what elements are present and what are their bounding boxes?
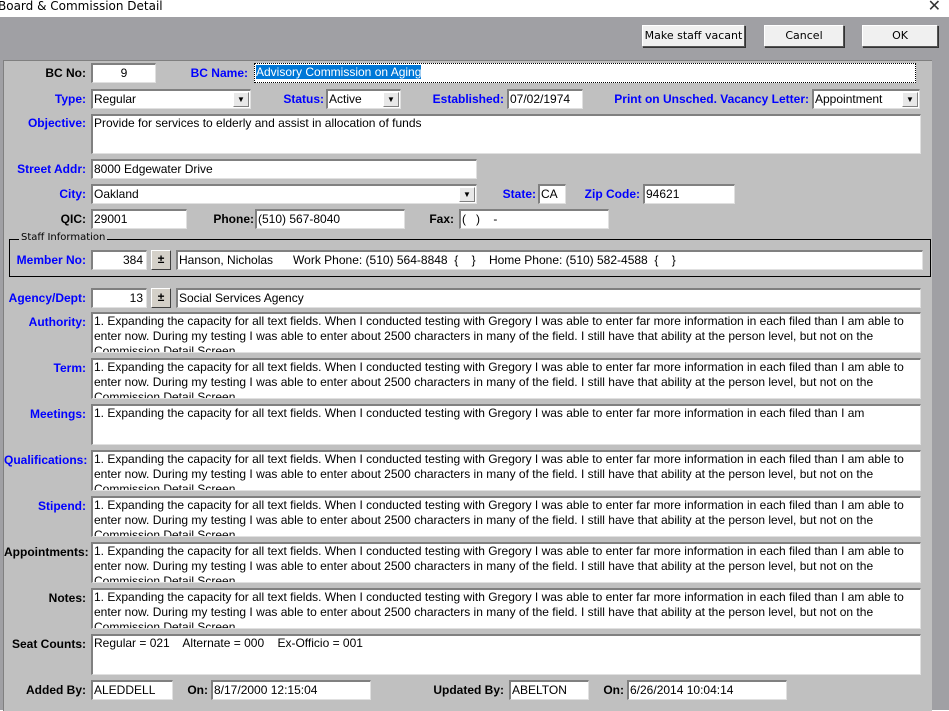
term-label: Term: (53, 361, 86, 375)
objective-label: Objective: (27, 116, 86, 130)
added-on-field: 8/17/2000 12:15:04 (211, 680, 371, 700)
make-staff-vacant-button[interactable]: Make staff vacant (642, 25, 745, 47)
phone-label: Phone: (213, 212, 254, 226)
city-select[interactable]: Oakland ▼ (91, 184, 477, 204)
notes-field[interactable]: 1. Expanding the capacity for all text f… (91, 588, 921, 629)
meetings-label: Meetings: (29, 407, 86, 421)
cancel-button[interactable]: Cancel (764, 25, 844, 47)
added-by-label: Added By: (26, 683, 86, 697)
right-border (935, 59, 949, 710)
authority-field[interactable]: 1. Expanding the capacity for all text f… (91, 312, 921, 353)
close-icon[interactable]: ✕ (928, 0, 941, 15)
status-value: Active (329, 92, 362, 106)
agency-code-field[interactable]: 13 (91, 288, 147, 308)
qic-field[interactable]: 29001 (91, 209, 187, 229)
member-info-field: Hanson, Nicholas Work Phone: (510) 564-8… (176, 250, 923, 270)
toolbar: Make staff vacant Cancel OK (0, 17, 949, 59)
lookup-agency-icon[interactable]: ± (151, 288, 171, 308)
updated-by-label: Updated By: (433, 683, 504, 697)
meetings-field[interactable]: 1. Expanding the capacity for all text f… (91, 404, 921, 445)
window-title: Board & Commission Detail (0, 0, 163, 13)
updated-on-label: On: (603, 683, 624, 697)
bc-name-label: BC Name: (190, 66, 248, 80)
staff-information-group: Staff Information Member No: 384 ± Hanso… (9, 232, 931, 277)
objective-field[interactable]: Provide for services to elderly and assi… (91, 114, 921, 154)
notes-label: Notes: (48, 591, 86, 605)
street-label: Street Addr: (17, 162, 86, 176)
status-label: Status: (283, 92, 324, 106)
type-label: Type: (54, 92, 86, 106)
type-value: Regular (94, 92, 137, 106)
print-vacancy-value: Appointment (815, 92, 883, 106)
staff-information-title: Staff Information (19, 232, 108, 243)
seat-counts-field[interactable]: Regular = 021 Alternate = 000 Ex-Officio… (91, 634, 921, 675)
authority-label: Authority: (28, 315, 86, 329)
state-field[interactable]: CA (538, 184, 566, 204)
chevron-down-icon[interactable]: ▼ (902, 92, 918, 107)
member-no-field[interactable]: 384 (91, 250, 147, 270)
appointments-field[interactable]: 1. Expanding the capacity for all text f… (91, 542, 921, 583)
qualifications-field[interactable]: 1. Expanding the capacity for all text f… (91, 450, 921, 491)
chevron-down-icon[interactable]: ▼ (233, 92, 249, 107)
bc-name-field[interactable]: Advisory Commission on Aging (254, 63, 916, 83)
state-label: State: (502, 187, 536, 201)
zip-label: Zip Code: (584, 187, 640, 201)
appointments-label: Appointments: (4, 545, 89, 559)
agency-name-field: Social Services Agency (176, 288, 921, 308)
bc-name-value: Advisory Commission on Aging (256, 65, 422, 79)
detail-form: BC No: 9 BC Name: Advisory Commission on… (3, 60, 932, 711)
stipend-field[interactable]: 1. Expanding the capacity for all text f… (91, 496, 921, 537)
title-bar: Board & Commission Detail ✕ (0, 0, 949, 17)
established-field[interactable]: 07/02/1974 (507, 89, 583, 109)
term-field[interactable]: 1. Expanding the capacity for all text f… (91, 358, 921, 399)
bc-no-field[interactable]: 9 (91, 63, 156, 83)
chevron-down-icon[interactable]: ▼ (383, 92, 399, 107)
status-select[interactable]: Active ▼ (326, 89, 401, 109)
zip-field[interactable]: 94621 (643, 184, 735, 204)
updated-on-field: 6/26/2014 10:04:14 (627, 680, 787, 700)
print-vacancy-label: Print on Unsched. Vacancy Letter: (614, 92, 809, 106)
city-label: City: (59, 187, 86, 201)
main-area: BC No: 9 BC Name: Advisory Commission on… (0, 59, 949, 711)
street-field[interactable]: 8000 Edgewater Drive (91, 159, 477, 179)
phone-field[interactable]: (510) 567-8040 (255, 209, 405, 229)
seat-counts-label: Seat Counts: (11, 637, 86, 651)
agency-label: Agency/Dept: (8, 291, 86, 305)
qualifications-label: Qualifications: (4, 453, 88, 467)
bc-no-label: BC No: (45, 66, 86, 80)
member-no-label: Member No: (16, 253, 86, 267)
stipend-label: Stipend: (38, 499, 86, 513)
fax-label: Fax: (429, 212, 454, 226)
updated-by-field: ABELTON (509, 680, 589, 700)
type-select[interactable]: Regular ▼ (91, 89, 251, 109)
print-vacancy-select[interactable]: Appointment ▼ (812, 89, 920, 109)
qic-label: QIC: (60, 212, 86, 226)
chevron-down-icon[interactable]: ▼ (459, 187, 475, 202)
fax-field[interactable]: ( ) - (459, 209, 609, 229)
lookup-member-icon[interactable]: ± (151, 250, 171, 270)
established-label: Established: (432, 92, 504, 106)
city-value: Oakland (94, 187, 139, 201)
added-by-field: ALEDDELL (91, 680, 173, 700)
ok-button[interactable]: OK (862, 25, 938, 47)
added-on-label: On: (187, 683, 208, 697)
